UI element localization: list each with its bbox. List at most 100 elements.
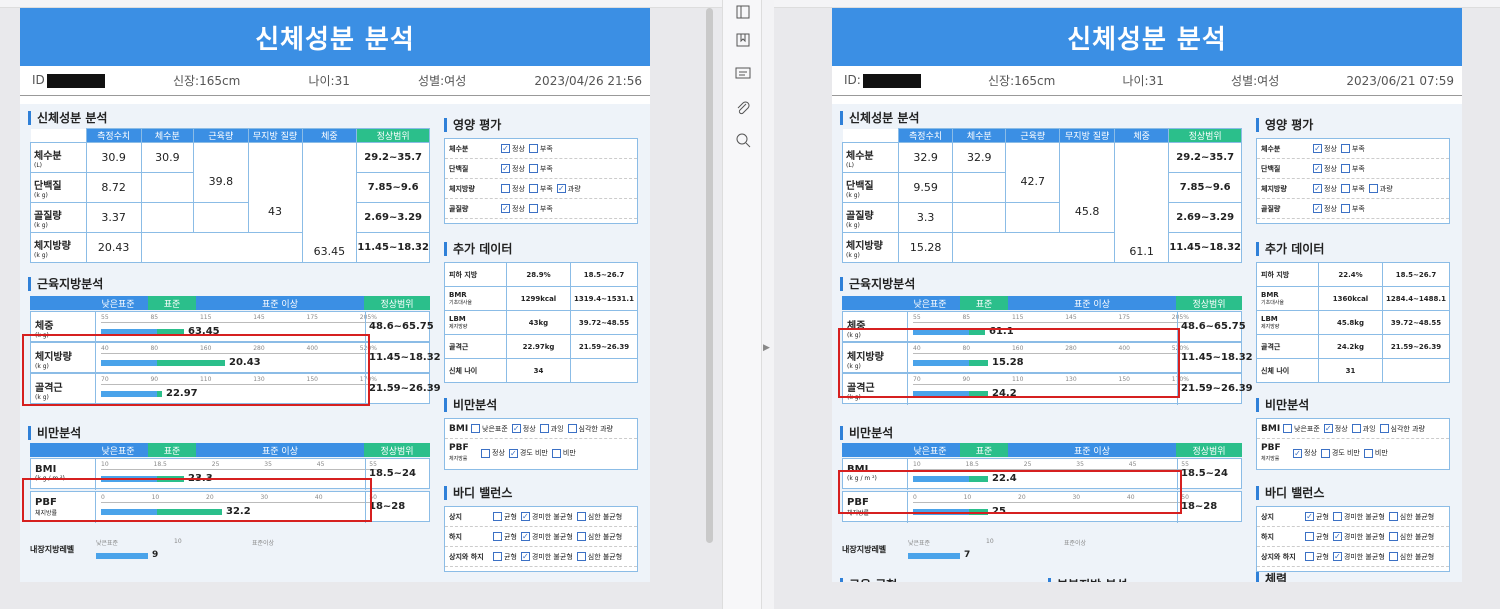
sex-text: 성별:여성 — [1231, 74, 1280, 88]
measured-value: 3.3 — [897, 202, 954, 233]
column-header: 측정수치 — [897, 128, 954, 143]
checkbox[interactable]: ✓ — [1305, 512, 1314, 521]
search-icon[interactable] — [733, 130, 753, 150]
extra-data-table: 피하 지방 22.4% 18.5~26.7 BMR 기초대사율 1360kcal 1284.… — [1256, 262, 1450, 383]
checkbox[interactable]: ✓ — [1313, 164, 1322, 173]
checkbox[interactable] — [1363, 448, 1373, 458]
tick-label: 115 — [199, 314, 212, 321]
tick-label: 205% — [359, 314, 377, 321]
nutrition-item: 체지방량 — [449, 184, 475, 193]
checkbox[interactable] — [471, 424, 480, 433]
option-label: 경미한 불균형 — [531, 552, 573, 561]
checkbox[interactable] — [528, 184, 538, 193]
extra-label: LBM 제지방량 — [444, 310, 507, 335]
option-label: 낮은표준 — [482, 424, 508, 433]
panel-icon[interactable] — [733, 2, 753, 22]
checkbox[interactable] — [501, 184, 510, 193]
pbf-label: PBF 체지방률 — [449, 443, 469, 462]
checkbox[interactable]: ✓ — [511, 424, 521, 433]
checkbox[interactable]: ✓ — [1313, 204, 1322, 213]
checkbox[interactable] — [567, 424, 577, 433]
tick-label: 18.5 — [965, 461, 979, 468]
checkbox[interactable]: ✓ — [556, 184, 566, 193]
attach-icon[interactable] — [733, 98, 753, 118]
checkbox[interactable] — [1340, 204, 1350, 213]
checkbox[interactable] — [1320, 448, 1330, 458]
id-label: ID — [32, 73, 45, 88]
checkbox[interactable]: ✓ — [520, 552, 530, 561]
checkbox[interactable] — [1379, 424, 1389, 433]
checkbox[interactable] — [1368, 184, 1378, 193]
option-label: 부족 — [1351, 144, 1365, 153]
checkbox[interactable]: ✓ — [501, 164, 510, 173]
checkbox[interactable] — [1388, 532, 1398, 541]
checkbox[interactable] — [551, 448, 561, 458]
tick-label: 55 — [369, 461, 377, 468]
checkbox[interactable]: ✓ — [520, 512, 530, 521]
low-standard-header: 낮은표준 — [88, 443, 148, 457]
measured-value: 9.59 — [897, 172, 954, 203]
low-standard-header: 낮은표준 — [900, 296, 960, 310]
checkbox[interactable] — [528, 144, 538, 153]
checkbox[interactable]: ✓ — [1313, 184, 1322, 193]
extra-range: 18.5~26.7 — [1382, 262, 1450, 287]
nutrition-item: 골질량 — [1261, 204, 1281, 213]
tick-label: 35 — [264, 461, 272, 468]
checkbox[interactable] — [493, 552, 502, 561]
checkbox[interactable] — [1332, 512, 1342, 521]
row-label: 체수분 (L) — [30, 142, 87, 173]
extra-label: 골격근 — [444, 334, 507, 359]
tick-label: 45 — [1128, 461, 1137, 468]
checkbox[interactable] — [1305, 532, 1314, 541]
checkbox[interactable]: ✓ — [520, 532, 530, 541]
tick-label: 25 — [211, 461, 220, 468]
checkbox[interactable] — [1340, 164, 1350, 173]
balance-item: 하지 — [1261, 532, 1274, 541]
tick-label: 10 — [913, 461, 921, 468]
column-header: 측정수치 — [85, 128, 142, 143]
comment-icon[interactable] — [733, 64, 753, 84]
checkbox[interactable] — [493, 512, 502, 521]
chevron-right-icon[interactable]: ▶ — [763, 343, 770, 353]
extra-range: 1319.4~1531.1 — [570, 286, 638, 311]
checkbox[interactable] — [1283, 424, 1292, 433]
checkbox[interactable] — [1388, 552, 1398, 561]
nutrition-item: 골질량 — [449, 204, 469, 213]
checkbox[interactable] — [1340, 144, 1350, 153]
checkbox[interactable]: ✓ — [1323, 424, 1333, 433]
normal-range: 48.6~65.75 — [1181, 321, 1246, 332]
checkbox[interactable] — [1388, 512, 1398, 521]
sex-text: 성별:여성 — [418, 74, 467, 88]
checkbox[interactable] — [481, 448, 490, 458]
nutrition-item: 단백질 — [1261, 164, 1281, 173]
checkbox[interactable] — [493, 532, 502, 541]
checkbox[interactable]: ✓ — [1313, 144, 1322, 153]
checkbox[interactable]: ✓ — [1293, 448, 1302, 458]
checkbox[interactable]: ✓ — [501, 204, 510, 213]
column-header: 무지방 질량 — [1059, 128, 1115, 143]
checkbox[interactable]: ✓ — [1332, 552, 1342, 561]
option-label: 과잉 — [550, 424, 564, 433]
scrollbar[interactable] — [706, 8, 713, 543]
column-header: 체중 — [1113, 128, 1170, 143]
normal-range: 48.6~65.75 — [369, 321, 434, 332]
checkbox[interactable] — [576, 532, 586, 541]
checkbox[interactable]: ✓ — [501, 144, 510, 153]
checkbox[interactable] — [528, 204, 538, 213]
checkbox[interactable] — [576, 552, 586, 561]
bookmark-icon[interactable] — [733, 30, 753, 50]
checkbox[interactable] — [1305, 552, 1314, 561]
checkbox[interactable]: ✓ — [508, 448, 518, 458]
checkbox[interactable] — [539, 424, 549, 433]
normal-range: 18~28 — [369, 501, 406, 512]
checkbox[interactable] — [1351, 424, 1361, 433]
checkbox[interactable] — [576, 512, 586, 521]
extra-label: LBM 제지방량 — [1256, 310, 1319, 335]
measured-value: 20.43 — [85, 232, 142, 263]
checkbox[interactable] — [1340, 184, 1350, 193]
extra-value: 28.9% — [506, 262, 571, 287]
checkbox[interactable]: ✓ — [1332, 532, 1342, 541]
section-title: 바디 밸런스 — [444, 486, 512, 500]
pbf-label: PBF 체지방률 — [1261, 443, 1281, 462]
checkbox[interactable] — [528, 164, 538, 173]
